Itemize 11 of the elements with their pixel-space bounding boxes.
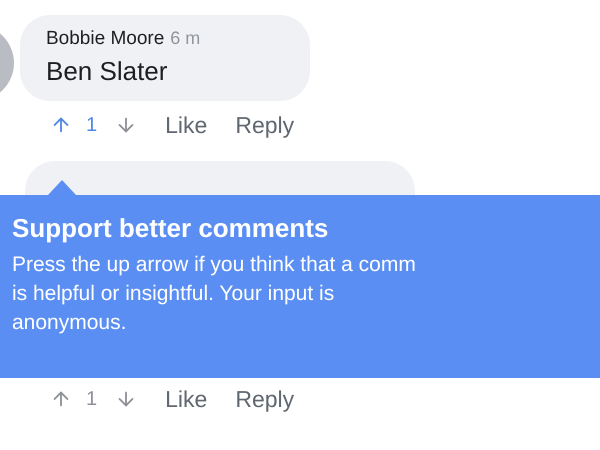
author-name: Bobbie Moore — [46, 28, 164, 50]
comment-text: Ben Slater — [46, 56, 168, 87]
reply-button[interactable]: Reply — [235, 112, 294, 138]
vote-count: 1 — [86, 388, 98, 410]
vote-count: 1 — [86, 114, 98, 136]
tooltip-text: Press the up arrow if you think that a comm is helpful or insightful. Your input is anonymous. — [12, 252, 417, 336]
tooltip-title: Support better comments — [12, 213, 330, 244]
reply-button[interactable]: Reply — [235, 386, 294, 412]
comment-time: 6 m — [170, 28, 200, 49]
like-button[interactable]: Like — [165, 112, 208, 138]
like-button[interactable]: Like — [165, 386, 208, 412]
